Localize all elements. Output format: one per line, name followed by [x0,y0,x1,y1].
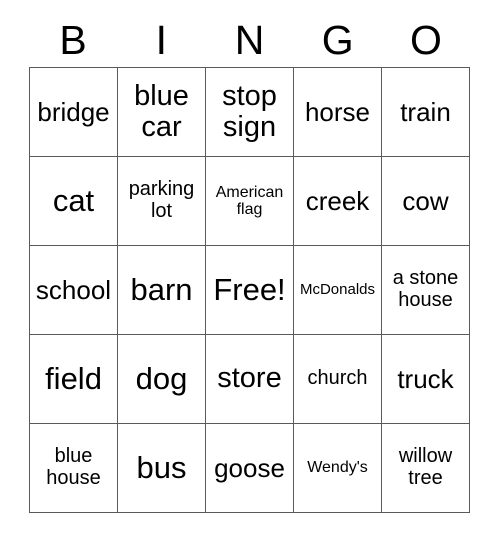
bingo-grid: bridge blue car stop sign horse train cat park… [29,67,470,513]
bingo-cell[interactable]: barn [118,246,206,335]
bingo-cell-label: creek [305,185,370,216]
bingo-cell-label: cow [402,185,449,216]
bingo-cell-label: store [217,362,282,395]
bingo-cell[interactable]: dog [118,335,206,424]
bingo-cell[interactable]: creek [294,157,382,246]
bingo-cell-label: goose [214,452,285,483]
bingo-cell[interactable]: blue car [118,68,206,157]
bingo-cell[interactable]: truck [382,335,470,424]
bingo-cell-label: American flag [215,183,284,218]
bingo-cell-label: blue car [134,79,189,143]
bingo-header: BINGO [29,14,470,66]
bingo-cell-label: school [35,274,112,305]
bingo-cell[interactable]: blue house [30,424,118,513]
bingo-cell-label: willow tree [398,445,453,489]
bingo-cell[interactable]: bridge [30,68,118,157]
bingo-header-letter-n: N [234,16,265,63]
bingo-cell[interactable]: American flag [206,157,294,246]
bingo-cell-label: parking lot [128,178,195,222]
bingo-cell[interactable]: field [30,335,118,424]
bingo-cell-label: Free! [213,272,286,308]
bingo-cell[interactable]: store [206,335,294,424]
bingo-cell[interactable]: school [30,246,118,335]
bingo-cell[interactable]: McDonalds [294,246,382,335]
bingo-cell-label: bus [136,450,187,486]
bingo-cell-label: McDonalds [299,280,376,298]
bingo-cell-label: field [45,361,102,397]
bingo-cell-label: blue house [46,445,101,489]
bingo-cell-label: horse [304,96,371,127]
bingo-cell[interactable]: goose [206,424,294,513]
bingo-card: B I N G O bridge blue car stop sign horse train c… [0,0,500,544]
bingo-cell[interactable]: parking lot [118,157,206,246]
bingo-cell-label: train [400,96,451,127]
bingo-cell-label: bridge [37,96,110,127]
bingo-cell-label: truck [397,363,454,394]
bingo-free-space-cell[interactable]: Free! [206,246,294,335]
bingo-cell[interactable]: cow [382,157,470,246]
bingo-header-letter-o: O [409,16,442,63]
bingo-cell[interactable]: Wendy's [294,424,382,513]
bingo-header-letter-i: I [155,16,167,63]
bingo-cell[interactable]: a stone house [382,246,470,335]
bingo-cell[interactable]: bus [118,424,206,513]
bingo-cell-label: church [307,367,368,390]
bingo-cell-label: a stone house [392,267,459,311]
bingo-header-letter-b: B [59,16,87,63]
bingo-cell-label: Wendy's [307,459,368,477]
bingo-cell-label: stop sign [222,79,277,143]
bingo-cell-label: dog [135,361,188,397]
bingo-cell[interactable]: willow tree [382,424,470,513]
bingo-cell-label: cat [52,183,95,219]
bingo-cell[interactable]: church [294,335,382,424]
bingo-cell[interactable]: cat [30,157,118,246]
bingo-cell[interactable]: train [382,68,470,157]
bingo-header-letter-g: G [321,16,354,63]
bingo-cell[interactable]: horse [294,68,382,157]
bingo-cell-label: barn [130,272,193,308]
bingo-cell[interactable]: stop sign [206,68,294,157]
